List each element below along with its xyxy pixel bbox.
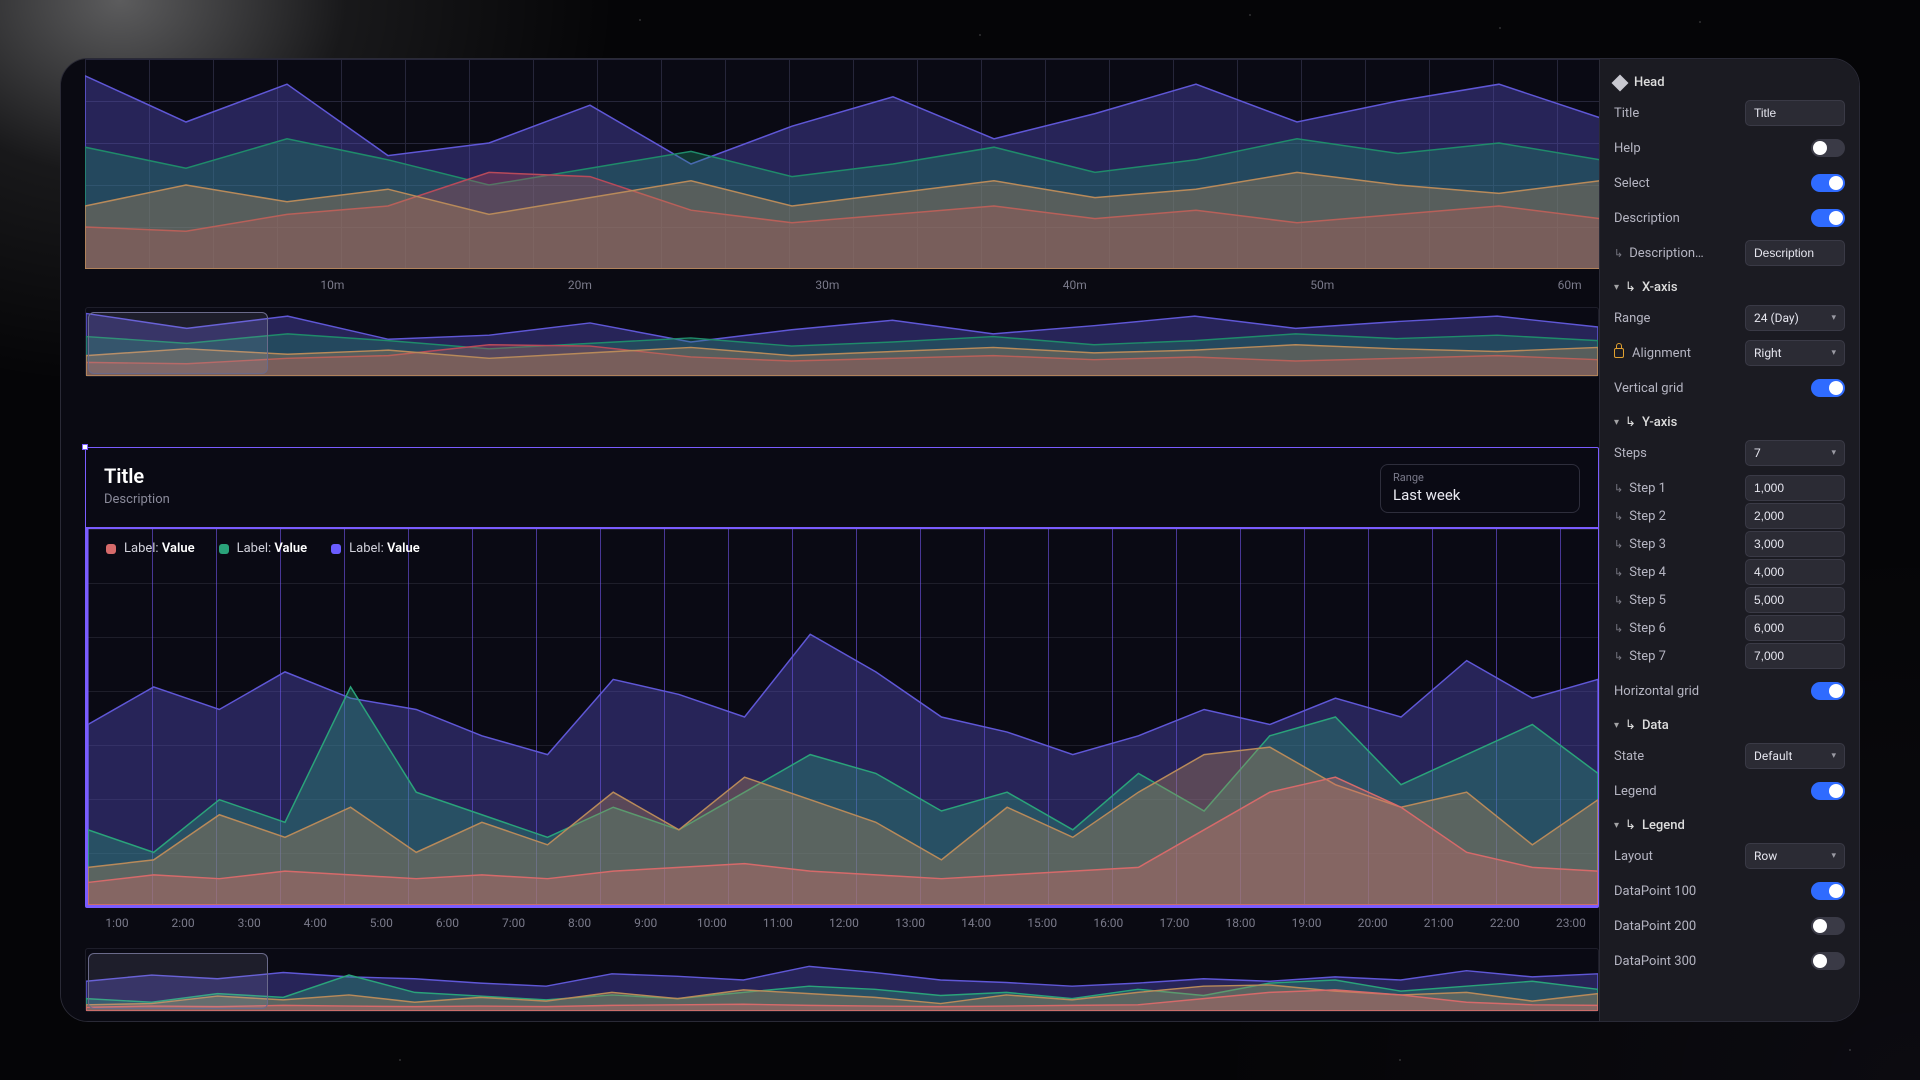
legend-label: Label: Value xyxy=(349,541,420,556)
chart-main: Label: Value Label: Value Label: Value xyxy=(86,527,1598,907)
prop-hgrid-label: Horizontal grid xyxy=(1614,684,1699,699)
prop-step-label: ↳Step 6 xyxy=(1614,621,1666,636)
prop-step-input[interactable] xyxy=(1745,503,1845,529)
chart-main-x-ticks: 1:002:003:004:005:006:007:008:009:0010:0… xyxy=(87,908,1599,938)
prop-step-input[interactable] xyxy=(1745,615,1845,641)
chevron-down-icon: ▾ xyxy=(1831,448,1836,458)
prop-step-label: ↳Step 3 xyxy=(1614,537,1666,552)
prop-step-label: ↳Step 5 xyxy=(1614,593,1666,608)
prop-dp200-toggle[interactable] xyxy=(1811,917,1845,935)
range-select[interactable]: Range Last week xyxy=(1380,464,1580,513)
chevron-down-icon: ▾ xyxy=(1831,313,1836,323)
chart-top-x-ticks: 10m20m30m40m50m60m xyxy=(85,269,1599,301)
prop-select-toggle[interactable] xyxy=(1811,174,1845,192)
chart-preview-top xyxy=(85,59,1599,269)
card-description: Description xyxy=(104,492,170,507)
prop-desc-label: Description xyxy=(1614,211,1680,226)
prop-help-toggle[interactable] xyxy=(1811,139,1845,157)
section-label: Y-axis xyxy=(1642,415,1677,430)
prop-step-input[interactable] xyxy=(1745,559,1845,585)
scrubber-window[interactable] xyxy=(88,312,268,374)
card-header: Title Description Range Last week xyxy=(86,448,1598,523)
selection-handle[interactable] xyxy=(82,444,88,450)
prop-layout-select[interactable]: Row▾ xyxy=(1745,843,1845,869)
prop-desc-text-label: ↳Description… xyxy=(1614,246,1704,261)
prop-vgrid-toggle[interactable] xyxy=(1811,379,1845,397)
section-legend[interactable]: ▾ ↳ Legend xyxy=(1614,812,1845,835)
prop-select-label: Select xyxy=(1614,176,1650,191)
prop-title-label: Title xyxy=(1614,106,1639,121)
chevron-down-icon: ▾ xyxy=(1614,417,1619,428)
properties-panel: Head Title Help Select Description ↳Desc… xyxy=(1599,59,1859,1021)
prop-xrange-select[interactable]: 24 (Day)▾ xyxy=(1745,305,1845,331)
chevron-down-icon: ▾ xyxy=(1831,751,1836,761)
chevron-down-icon: ▾ xyxy=(1614,820,1619,831)
prop-step-label: ↳Step 4 xyxy=(1614,565,1666,580)
card-title: Title xyxy=(104,464,170,488)
section-head[interactable]: Head xyxy=(1614,69,1845,92)
prop-dp200-label: DataPoint 200 xyxy=(1614,919,1696,934)
chart-legend: Label: Value Label: Value Label: Value xyxy=(106,541,420,556)
prop-state-label: State xyxy=(1614,749,1644,764)
section-label: Data xyxy=(1642,718,1669,733)
canvas: 10m20m30m40m50m60m Title Description Ran… xyxy=(61,59,1599,1021)
legend-item[interactable]: Label: Value xyxy=(106,541,195,556)
prop-step-input[interactable] xyxy=(1745,587,1845,613)
prop-step-input[interactable] xyxy=(1745,475,1845,501)
prop-desc-text-input[interactable] xyxy=(1745,240,1845,266)
chevron-down-icon: ▾ xyxy=(1614,282,1619,293)
prop-step-input[interactable] xyxy=(1745,531,1845,557)
legend-label: Label: Value xyxy=(237,541,308,556)
prop-dp100-toggle[interactable] xyxy=(1811,882,1845,900)
prop-legend-toggle[interactable] xyxy=(1811,782,1845,800)
prop-hgrid-toggle[interactable] xyxy=(1811,682,1845,700)
prop-align-select[interactable]: Right▾ xyxy=(1745,340,1845,366)
selected-component[interactable]: Title Description Range Last week Label:… xyxy=(85,447,1599,1012)
chart-main-scrubber[interactable] xyxy=(85,948,1599,1012)
prop-xrange-label: Range xyxy=(1614,311,1650,326)
prop-desc-toggle[interactable] xyxy=(1811,209,1845,227)
section-yaxis[interactable]: ▾ ↳ Y-axis xyxy=(1614,409,1845,432)
prop-vgrid-label: Vertical grid xyxy=(1614,381,1684,396)
component-icon xyxy=(1612,74,1629,91)
prop-step-input[interactable] xyxy=(1745,643,1845,669)
section-xaxis[interactable]: ▾ ↳ X-axis xyxy=(1614,274,1845,297)
prop-align-label: Alignment xyxy=(1614,346,1691,361)
prop-dp300-toggle[interactable] xyxy=(1811,952,1845,970)
chevron-down-icon: ▾ xyxy=(1614,720,1619,731)
app-window: 10m20m30m40m50m60m Title Description Ran… xyxy=(60,58,1860,1022)
prop-step-label: ↳Step 2 xyxy=(1614,509,1666,524)
legend-swatch xyxy=(219,544,229,554)
lock-icon xyxy=(1614,348,1624,358)
legend-item[interactable]: Label: Value xyxy=(219,541,308,556)
chevron-down-icon: ▾ xyxy=(1831,851,1836,861)
prop-help-label: Help xyxy=(1614,141,1641,156)
prop-steps-select[interactable]: 7▾ xyxy=(1745,440,1845,466)
prop-dp100-label: DataPoint 100 xyxy=(1614,884,1696,899)
prop-dp300-label: DataPoint 300 xyxy=(1614,954,1696,969)
prop-step-label: ↳Step 1 xyxy=(1614,481,1666,496)
prop-steps-label: Steps xyxy=(1614,446,1647,461)
legend-item[interactable]: Label: Value xyxy=(331,541,420,556)
range-value: Last week xyxy=(1393,486,1567,504)
prop-state-select[interactable]: Default▾ xyxy=(1745,743,1845,769)
section-label: X-axis xyxy=(1642,280,1678,295)
chart-top-scrubber[interactable] xyxy=(85,307,1599,377)
section-label: Head xyxy=(1634,75,1665,90)
prop-legend-label: Legend xyxy=(1614,784,1657,799)
section-data[interactable]: ▾ ↳ Data xyxy=(1614,712,1845,735)
prop-step-label: ↳Step 7 xyxy=(1614,649,1666,664)
range-label: Range xyxy=(1393,471,1567,484)
prop-title-input[interactable] xyxy=(1745,100,1845,126)
legend-swatch xyxy=(106,544,116,554)
scrubber-window[interactable] xyxy=(88,953,268,1009)
prop-layout-label: Layout xyxy=(1614,849,1653,864)
legend-swatch xyxy=(331,544,341,554)
chevron-down-icon: ▾ xyxy=(1831,348,1836,358)
legend-label: Label: Value xyxy=(124,541,195,556)
section-label: Legend xyxy=(1642,818,1685,833)
